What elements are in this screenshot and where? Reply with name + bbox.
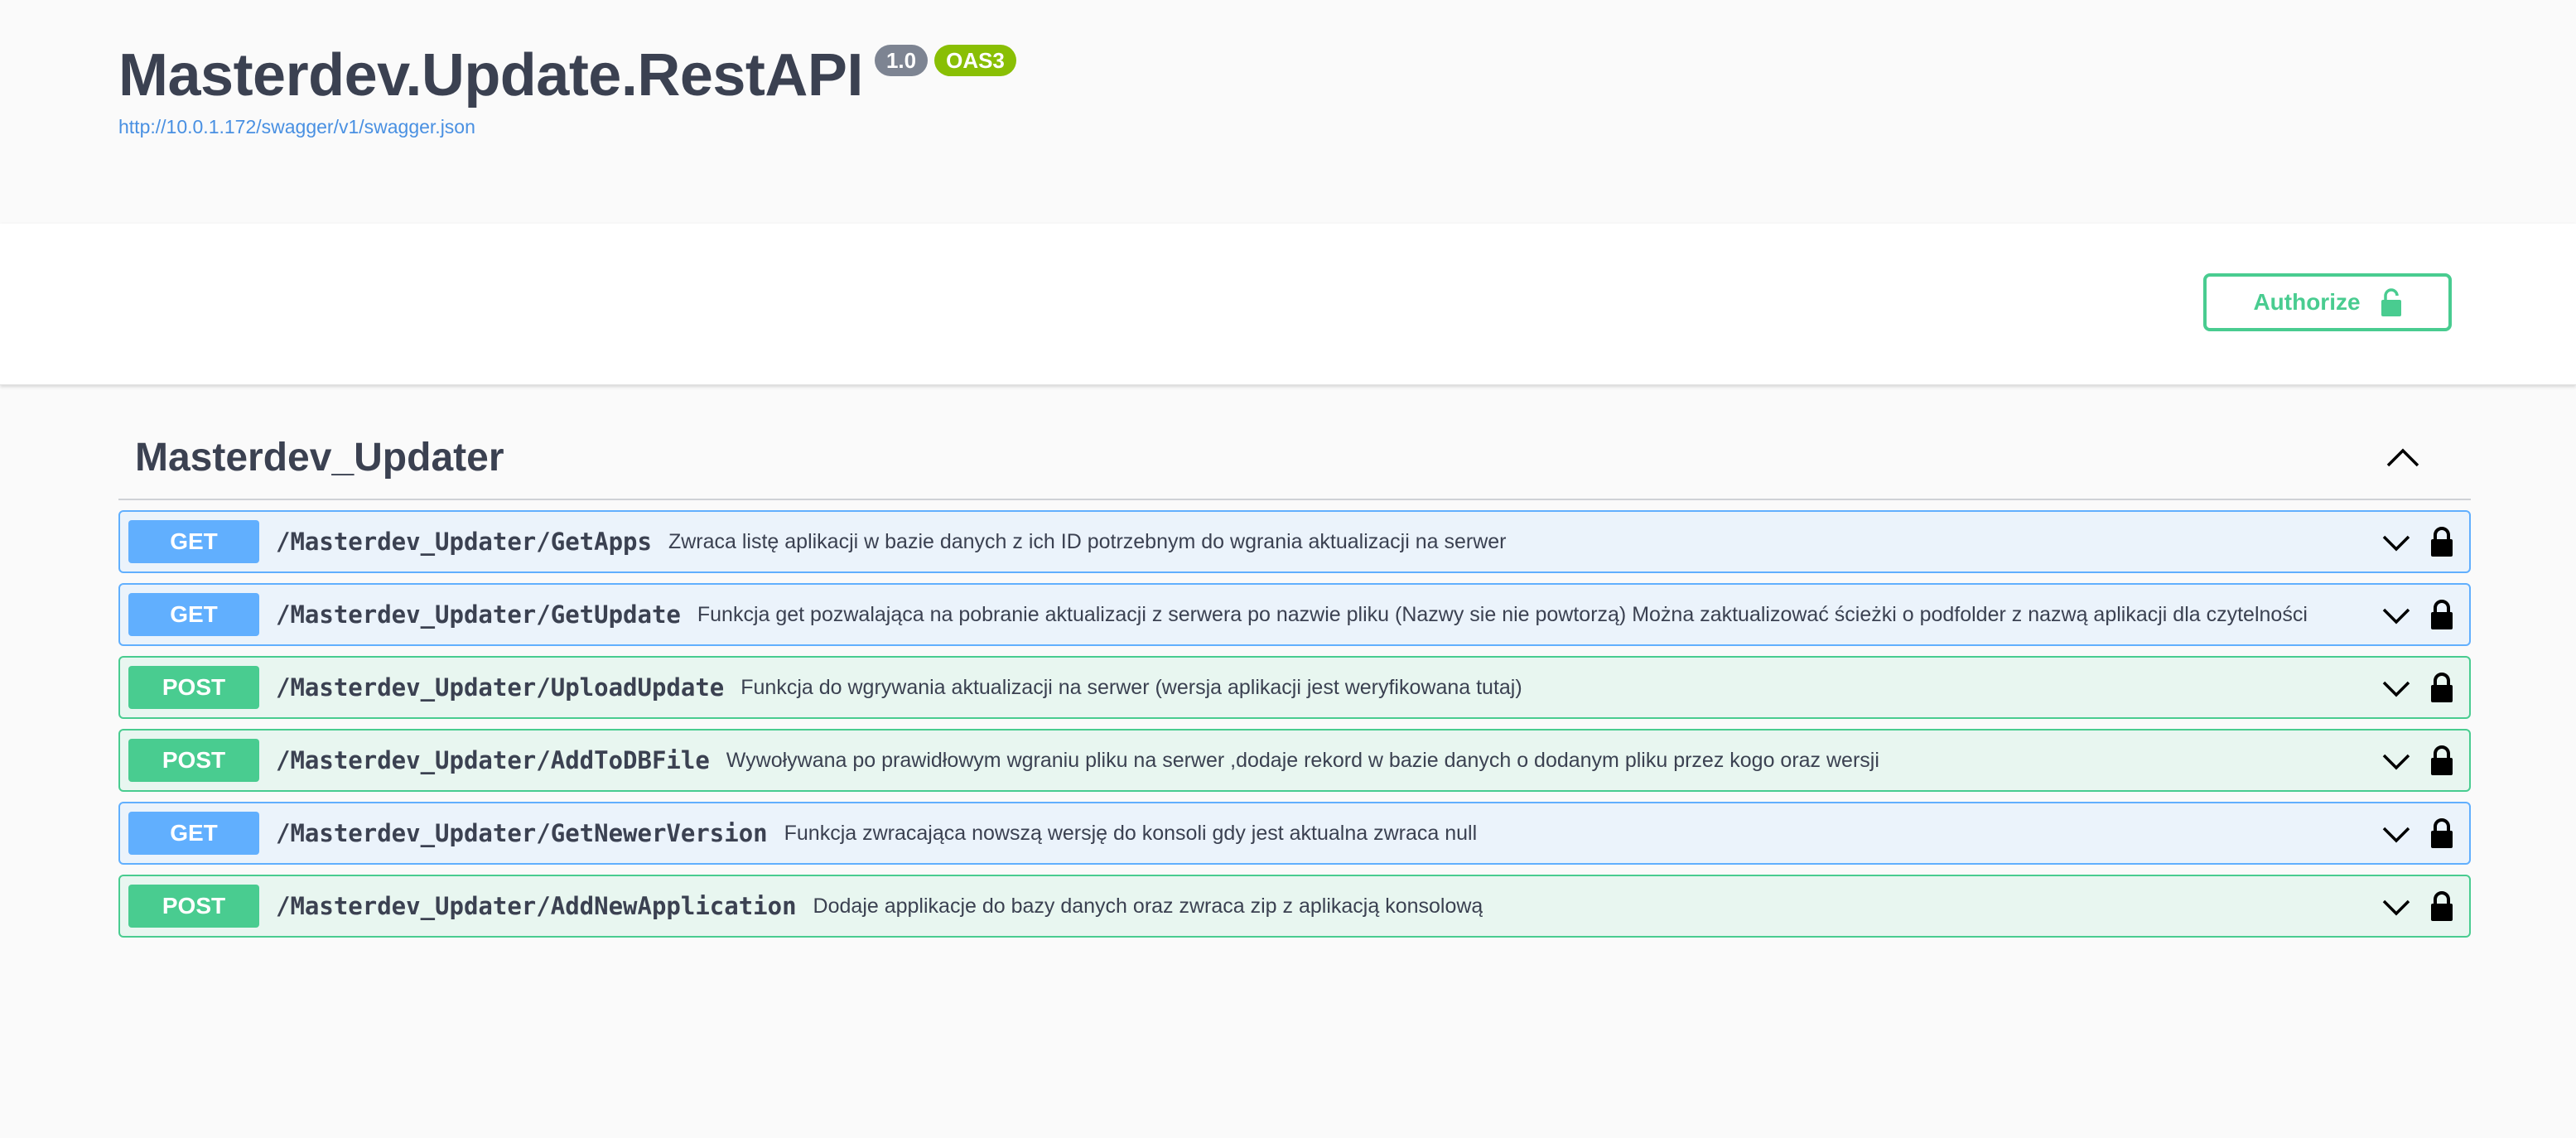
- chevron-up-icon[interactable]: [2385, 442, 2421, 472]
- oas-badge: OAS3: [934, 45, 1016, 76]
- method-badge: GET: [128, 593, 259, 636]
- operation-summary: Zwraca listę aplikacji w bazie danych z …: [668, 529, 1507, 553]
- operation-get-getnewerversion[interactable]: GET /Masterdev_Updater/GetNewerVersion F…: [118, 802, 2471, 865]
- chevron-down-icon[interactable]: [2381, 603, 2411, 628]
- scheme-container: Authorize: [0, 224, 2576, 385]
- authorize-button[interactable]: Authorize: [2203, 273, 2452, 331]
- tag-section-masterdev-updater: Masterdev_Updater GET /Masterdev_Updater…: [118, 416, 2471, 938]
- method-badge: POST: [128, 739, 259, 782]
- method-badge: GET: [128, 520, 259, 563]
- lock-icon[interactable]: [2429, 744, 2454, 777]
- unlock-icon: [2381, 288, 2401, 316]
- lock-icon[interactable]: [2429, 671, 2454, 704]
- tag-header[interactable]: Masterdev_Updater: [118, 416, 2471, 500]
- lock-icon[interactable]: [2429, 817, 2454, 850]
- chevron-down-icon[interactable]: [2381, 749, 2411, 774]
- info-section: Masterdev.Update.RestAPI 1.0 OAS3 http:/…: [0, 0, 2576, 224]
- operation-summary: Dodaje applikacje do bazy danych oraz zw…: [813, 894, 1483, 918]
- method-badge: POST: [128, 885, 259, 928]
- lock-icon[interactable]: [2429, 890, 2454, 923]
- spec-url-link[interactable]: http://10.0.1.172/swagger/v1/swagger.jso…: [118, 116, 475, 138]
- operation-path: /Masterdev_Updater/GetNewerVersion: [276, 819, 768, 847]
- operation-path: /Masterdev_Updater/GetApps: [276, 528, 652, 556]
- method-badge: POST: [128, 666, 259, 709]
- title-row: Masterdev.Update.RestAPI 1.0 OAS3: [118, 38, 1016, 113]
- operation-summary: Wywoływana po prawidłowym wgraniu pliku …: [726, 748, 1879, 772]
- version-badge: 1.0: [874, 45, 929, 76]
- chevron-down-icon[interactable]: [2381, 894, 2411, 919]
- operation-get-getapps[interactable]: GET /Masterdev_Updater/GetApps Zwraca li…: [118, 510, 2471, 573]
- operation-post-addnewapplication[interactable]: POST /Masterdev_Updater/AddNewApplicatio…: [118, 875, 2471, 938]
- tag-name: Masterdev_Updater: [135, 435, 504, 480]
- lock-icon[interactable]: [2429, 525, 2454, 558]
- operation-path: /Masterdev_Updater/UploadUpdate: [276, 673, 725, 702]
- operation-path: /Masterdev_Updater/GetUpdate: [276, 600, 681, 629]
- operation-get-getupdate[interactable]: GET /Masterdev_Updater/GetUpdate Funkcja…: [118, 583, 2471, 646]
- operation-post-uploadupdate[interactable]: POST /Masterdev_Updater/UploadUpdate Fun…: [118, 656, 2471, 719]
- operation-summary: Funkcja zwracająca nowszą wersję do kons…: [784, 821, 1478, 845]
- operation-summary: Funkcja get pozwalająca na pobranie aktu…: [697, 602, 2308, 626]
- operation-path: /Masterdev_Updater/AddNewApplication: [276, 892, 797, 920]
- operation-post-addtodbfile[interactable]: POST /Masterdev_Updater/AddToDBFile Wywo…: [118, 729, 2471, 792]
- chevron-down-icon[interactable]: [2381, 530, 2411, 555]
- page-title: Masterdev.Update.RestAPI: [118, 42, 863, 108]
- lock-icon[interactable]: [2429, 598, 2454, 631]
- method-badge: GET: [128, 812, 259, 855]
- operation-path: /Masterdev_Updater/AddToDBFile: [276, 746, 710, 774]
- authorize-label: Authorize: [2253, 289, 2361, 315]
- operation-summary: Funkcja do wgrywania aktualizacji na ser…: [740, 675, 1522, 699]
- chevron-down-icon[interactable]: [2381, 676, 2411, 701]
- chevron-down-icon[interactable]: [2381, 822, 2411, 846]
